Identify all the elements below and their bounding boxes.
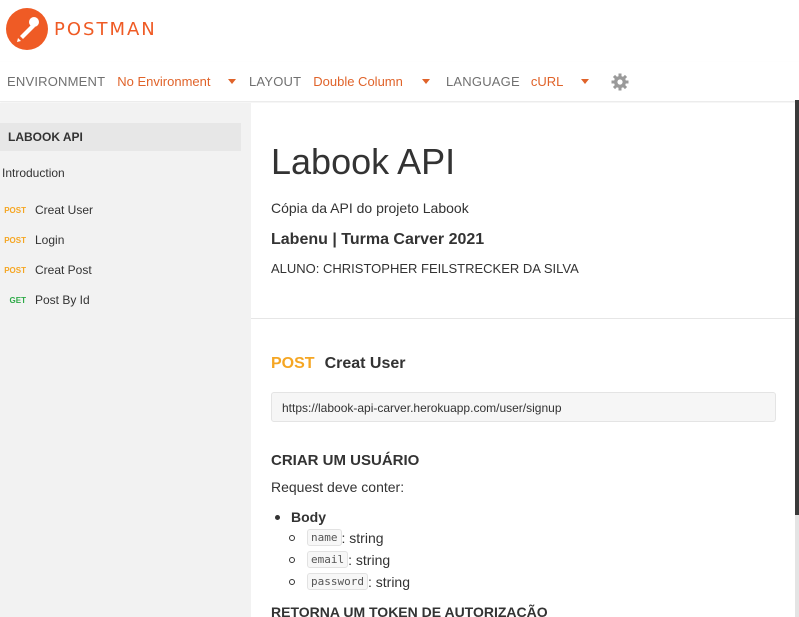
section-title: CRIAR UM USUÁRIO — [271, 452, 420, 469]
request-method: POST — [271, 355, 315, 372]
request-heading: POST Creat User — [271, 355, 406, 373]
list-item: email : string — [289, 551, 390, 568]
environment-dropdown[interactable]: ENVIRONMENT No Environment — [7, 74, 237, 89]
divider — [251, 318, 795, 319]
chevron-down-icon[interactable] — [228, 79, 237, 84]
layout-dropdown[interactable]: LAYOUT Double Column — [249, 74, 430, 89]
sidebar-item-label: Creat Post — [35, 263, 92, 277]
field-name: password — [307, 573, 368, 590]
header: POSTMAN — [0, 0, 799, 62]
sidebar-item-creat-user[interactable]: POST Creat User — [0, 202, 93, 218]
layout-value[interactable]: Double Column — [313, 74, 403, 89]
chevron-down-icon[interactable] — [421, 79, 430, 84]
sidebar-collection-title[interactable]: LABOOK API — [0, 123, 241, 151]
student-name: ALUNO: CHRISTOPHER FEILSTRECKER DA SILVA — [271, 261, 579, 276]
postman-logo-icon[interactable] — [6, 8, 48, 50]
method-badge: POST — [4, 205, 26, 215]
sidebar-item-label: Post By Id — [35, 293, 90, 307]
request-url[interactable]: https://labook-api-carver.herokuapp.com/… — [271, 392, 776, 422]
chevron-down-icon[interactable] — [581, 79, 590, 84]
method-badge: POST — [4, 235, 26, 245]
sidebar-item-login[interactable]: POST Login — [0, 232, 64, 248]
environment-value[interactable]: No Environment — [117, 74, 210, 89]
section-title: RETORNA UM TOKEN DE AUTORIZAÇÃO — [271, 604, 548, 617]
request-name: Creat User — [324, 355, 406, 372]
circle-bullet-icon — [289, 556, 295, 563]
sidebar-item-introduction[interactable]: Introduction — [2, 166, 65, 180]
language-value[interactable]: cURL — [531, 74, 564, 89]
sidebar-item-creat-post[interactable]: POST Creat Post — [0, 262, 92, 278]
field-type: : string — [348, 551, 391, 568]
environment-label: ENVIRONMENT — [7, 74, 106, 89]
page-title: Labook API — [271, 141, 456, 182]
scrollbar-thumb[interactable] — [795, 100, 799, 515]
brand-name: POSTMAN — [54, 19, 157, 40]
language-label: LANGUAGE — [446, 74, 520, 89]
bullet-icon — [275, 514, 280, 520]
layout-label: LAYOUT — [249, 74, 302, 89]
sidebar-item-label: Login — [35, 233, 65, 247]
main-content: Labook API Cópia da API do projeto Laboo… — [251, 103, 795, 617]
toolbar: ENVIRONMENT No Environment LAYOUT Double… — [0, 62, 799, 102]
circle-bullet-icon — [289, 534, 295, 541]
body-label: Body — [291, 509, 326, 525]
list-item: name : string — [289, 529, 384, 546]
sidebar: LABOOK API Introduction POST Creat User … — [0, 103, 251, 617]
list-item: password : string — [289, 573, 410, 590]
field-type: : string — [341, 529, 384, 546]
language-dropdown[interactable]: LANGUAGE cURL — [446, 74, 590, 89]
method-badge: GET — [9, 295, 26, 305]
organization-heading: Labenu | Turma Carver 2021 — [271, 231, 485, 248]
request-note: Request deve conter: — [271, 479, 405, 495]
field-name: name — [307, 529, 342, 546]
circle-bullet-icon — [289, 578, 295, 585]
list-item: Body — [275, 509, 326, 525]
field-type: : string — [367, 573, 410, 590]
gear-icon[interactable] — [610, 72, 630, 92]
collection-description: Cópia da API do projeto Labook — [271, 200, 469, 216]
sidebar-item-label: Creat User — [35, 203, 94, 217]
method-badge: POST — [4, 265, 26, 275]
sidebar-item-post-by-id[interactable]: GET Post By Id — [0, 292, 90, 308]
field-name: email — [307, 551, 349, 568]
